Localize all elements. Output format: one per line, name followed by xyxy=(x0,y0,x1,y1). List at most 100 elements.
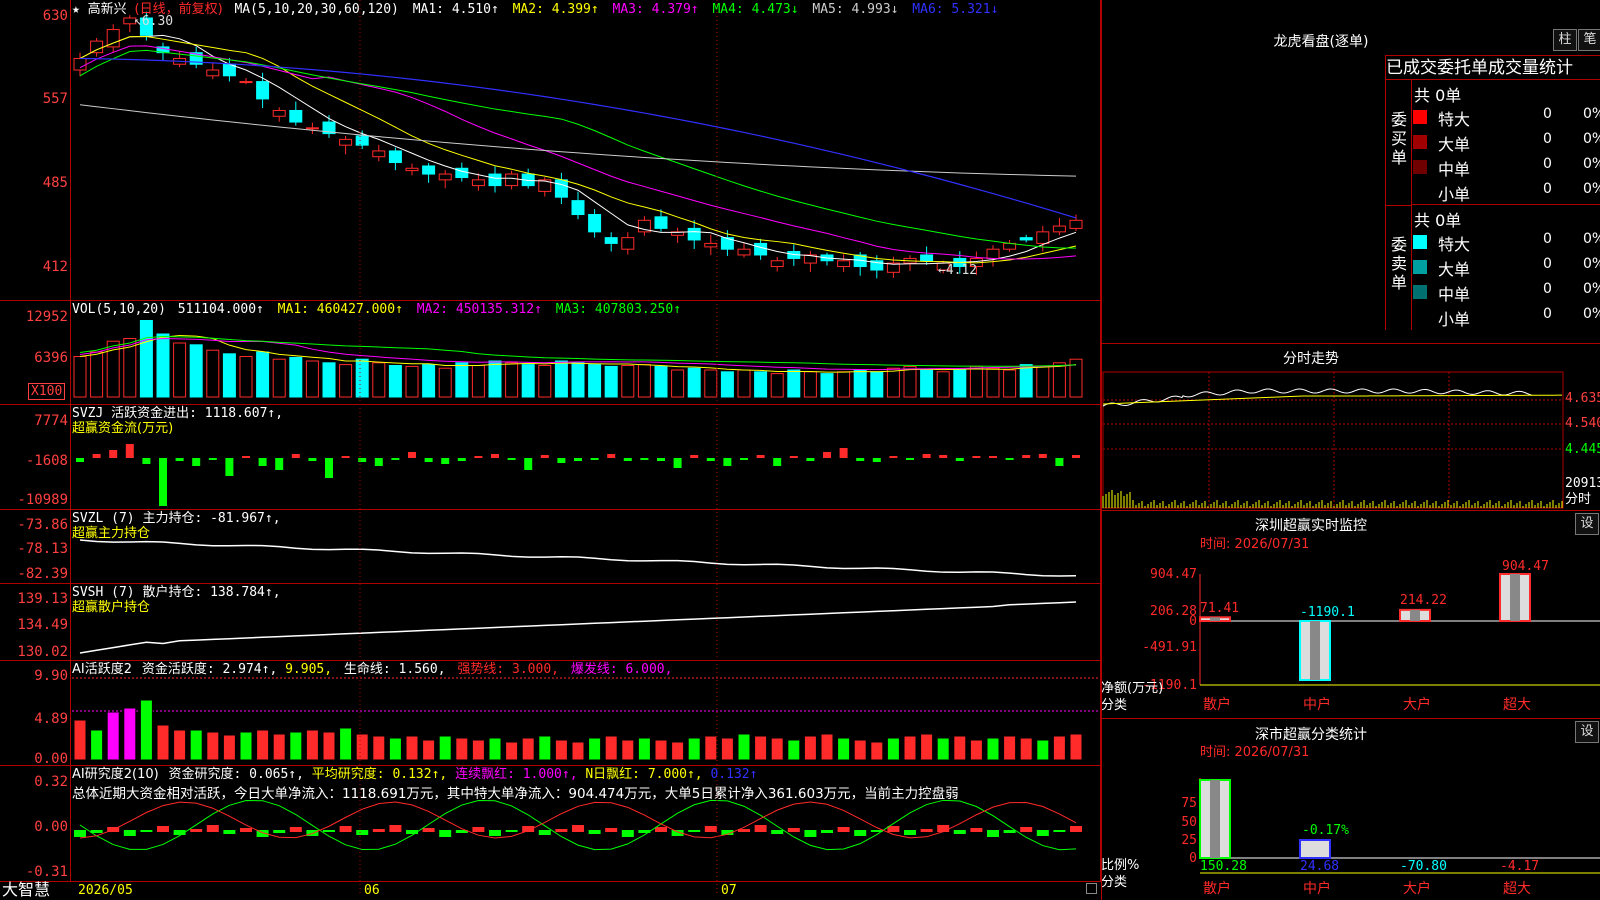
szcls-value: -4.17 xyxy=(1500,859,1539,874)
activity-bar xyxy=(671,741,685,761)
szcls-settings-button[interactable]: 设 xyxy=(1575,721,1599,743)
research-bar xyxy=(1036,830,1049,836)
activity-bar xyxy=(422,739,436,761)
fundflow-bar xyxy=(424,458,433,462)
ma5-value: MA5: 4.993↓ xyxy=(812,2,899,17)
szmon-category: 中户 xyxy=(1303,696,1331,713)
activity-bar xyxy=(687,737,701,761)
szmon-y-tick: -491.91 xyxy=(1142,640,1197,655)
research-bar xyxy=(356,830,369,835)
sell-type: 大单 xyxy=(1438,260,1471,279)
candle-body xyxy=(239,81,253,84)
volume-bar xyxy=(837,371,851,398)
candlestick-chart[interactable] xyxy=(0,0,1100,900)
fundflow-bar xyxy=(906,458,914,460)
volume-bar xyxy=(173,342,187,398)
sell-row: 大单 0 0% xyxy=(1413,256,1600,279)
activity-bar xyxy=(488,737,502,761)
szcls-category: 散户 xyxy=(1203,880,1231,897)
szmon-category: 大户 xyxy=(1403,696,1431,713)
activity-bar xyxy=(256,729,270,761)
activity-bar xyxy=(920,733,934,761)
bar-mode-button[interactable]: 柱 xyxy=(1553,29,1577,51)
sell-side-label-cell: 委卖单 xyxy=(1386,205,1412,330)
candle-body xyxy=(289,109,303,123)
volume-bar xyxy=(820,373,834,398)
activity-bar xyxy=(521,737,535,761)
szmon-bar xyxy=(1399,608,1431,622)
lock-icon[interactable] xyxy=(1086,883,1097,894)
lhb-panel: 龙虎看盘(逐单) 柱 笔 已成交委托单成交量统计 委买单 委卖单 共 0单 共 … xyxy=(1101,0,1600,344)
y-tick-630: 630 xyxy=(42,8,68,24)
activity-bar xyxy=(704,735,718,761)
research-bar xyxy=(787,828,800,832)
pen-mode-button[interactable]: 笔 xyxy=(1578,29,1600,51)
vol-title: VOL(5,10,20) 511104.000↑ MA1: 460427.000… xyxy=(72,302,681,318)
research-bar xyxy=(538,830,551,835)
vol-ma3: MA3: 407803.250↑ xyxy=(555,302,682,317)
intraday-avg-line xyxy=(1102,394,1563,405)
sell-pct: 0% xyxy=(1583,256,1600,272)
sell-count: 0 xyxy=(1543,256,1552,272)
svzl-tick-high: -73.86 xyxy=(17,517,68,533)
szmon-category: 超大 xyxy=(1503,697,1531,713)
sell-pct: 0% xyxy=(1583,306,1600,322)
activity-bar xyxy=(554,739,568,761)
intraday-label: 分时 xyxy=(1565,492,1592,507)
research-bar xyxy=(157,826,169,832)
szcls-y-tick: 0 xyxy=(1189,851,1197,866)
activity-bar xyxy=(1069,733,1083,761)
fundflow-bar xyxy=(457,458,466,461)
activity-bar xyxy=(189,729,203,761)
szcls-value: 24.68 xyxy=(1300,859,1339,874)
activity-bar xyxy=(305,729,319,761)
sell-count: 0 xyxy=(1543,281,1552,297)
fundflow-bar xyxy=(275,458,284,470)
fundflow-bar xyxy=(1072,455,1080,458)
fundflow-bar xyxy=(76,458,84,462)
buy-row: 大单 0 0% xyxy=(1413,131,1600,154)
szmon-y-tick: 904.47 xyxy=(1150,567,1197,582)
intraday-price-line xyxy=(1102,388,1533,407)
brand-label[interactable]: 大智慧 xyxy=(2,881,50,899)
volume-bar xyxy=(239,356,253,398)
volume-bar xyxy=(322,362,336,398)
volume-bar xyxy=(505,362,519,398)
candle-body xyxy=(488,173,502,187)
szmon-settings-button[interactable]: 设 xyxy=(1575,513,1599,535)
szmon-net-label: 净额(万元) xyxy=(1101,681,1164,696)
vol-tick-high: 12952 xyxy=(25,309,68,325)
candle-body xyxy=(206,69,220,77)
main-title: ★ 高新兴 (日线，前复权) MA(5,10,20,30,60,120) MA1… xyxy=(72,2,998,18)
activity-bar xyxy=(173,729,187,761)
fundflow-bar xyxy=(524,458,533,470)
fundflow-bar xyxy=(358,458,367,462)
volume-bar xyxy=(803,371,817,398)
activity-bar xyxy=(787,739,801,761)
ai1-name: AI活跃度2 xyxy=(72,662,132,677)
candle-body xyxy=(73,57,87,71)
svzj-title: SVZJ 活跃资金进出: 1118.607↑, xyxy=(72,406,284,421)
szcls-category: 中户 xyxy=(1303,880,1331,897)
volume-bar xyxy=(471,365,485,398)
candle-body xyxy=(920,254,934,262)
candle-body xyxy=(471,179,485,187)
research-bar xyxy=(439,830,452,837)
lhb-tab-strip[interactable]: 已成交委托单成交量统计 xyxy=(1385,55,1600,80)
volume-bar xyxy=(1052,362,1066,398)
sep-szcls xyxy=(1101,718,1600,719)
candle-body xyxy=(355,135,369,146)
activity-bar xyxy=(139,699,153,761)
research-bar xyxy=(953,830,966,834)
szmon-bar-shade xyxy=(1410,609,1420,621)
candle-body xyxy=(1036,231,1050,244)
candle-body xyxy=(588,214,602,233)
fundflow-bar xyxy=(175,458,184,461)
buy-pct: 0% xyxy=(1583,131,1600,147)
buy-side-label-cell: 委买单 xyxy=(1386,80,1412,206)
sell-count: 0 xyxy=(1543,231,1552,247)
ma-params: MA(5,10,20,30,60,120) xyxy=(234,2,399,17)
activity-bar xyxy=(820,733,834,761)
activity-bar xyxy=(637,737,651,761)
ai1-title: AI活跃度2 资金活跃度: 2.974↑, 9.905, 生命线: 1.560,… xyxy=(72,662,672,678)
